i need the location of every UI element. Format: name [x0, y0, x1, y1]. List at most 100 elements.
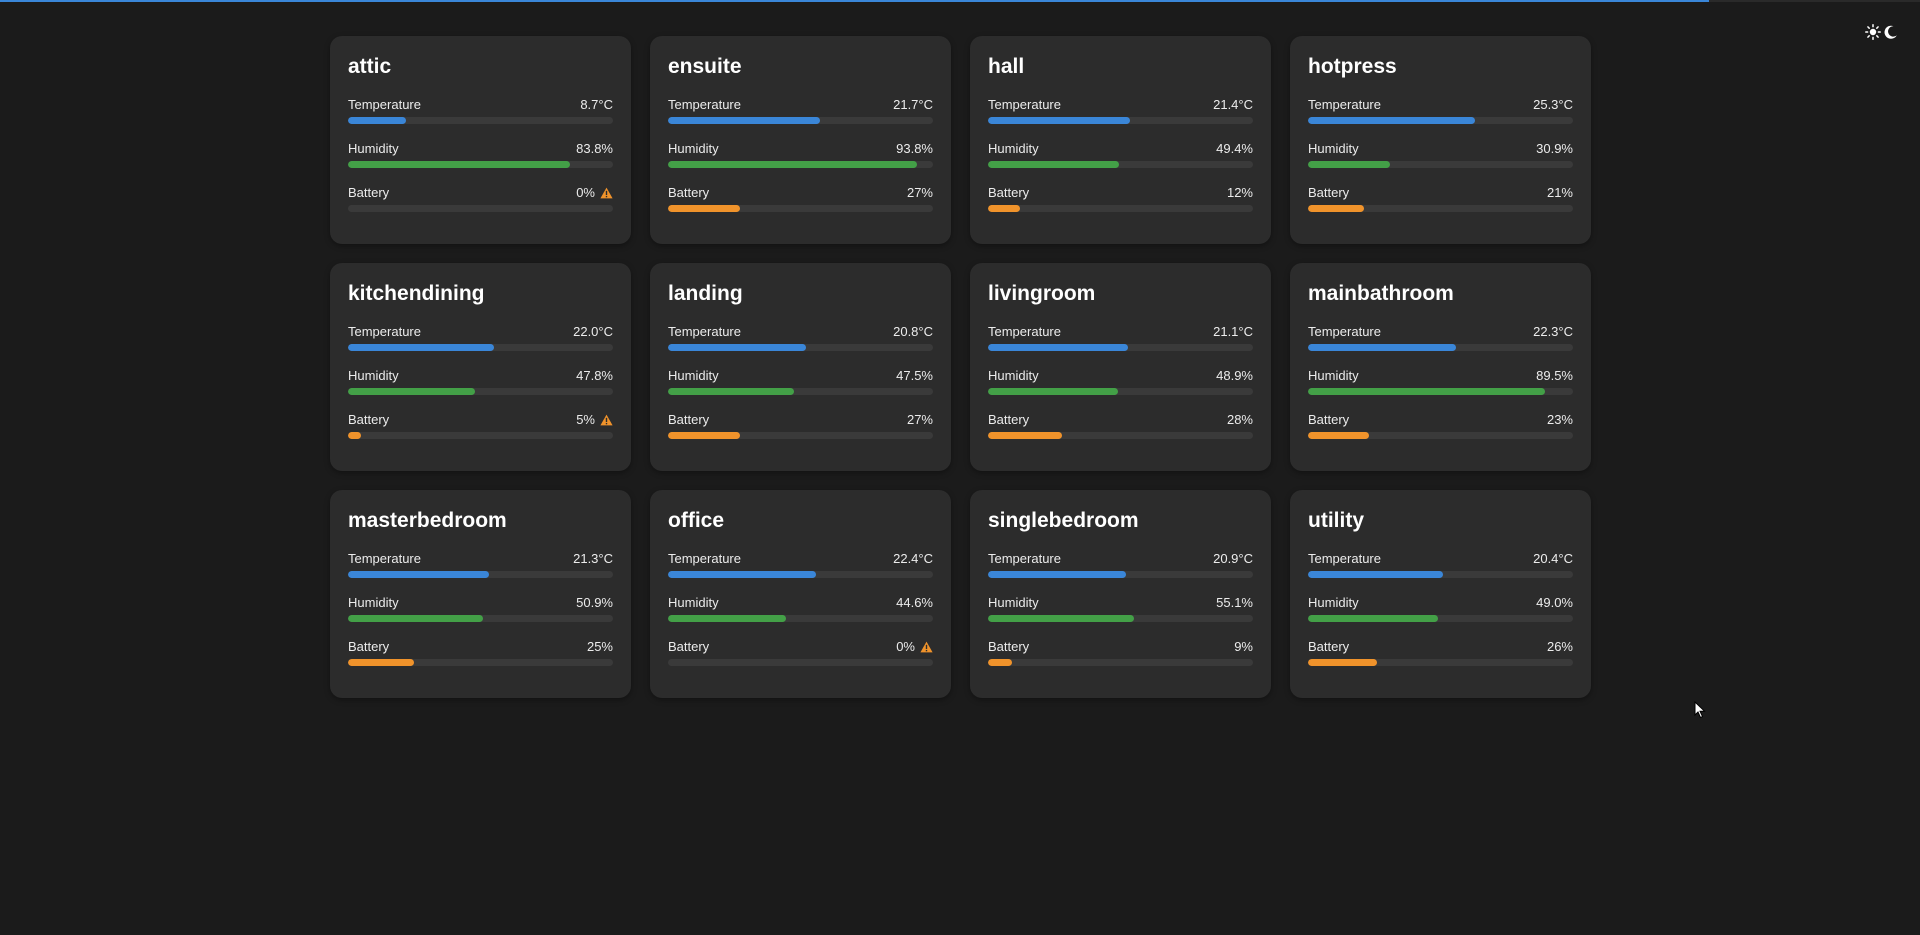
humidity-metric: Humidity 44.6% — [668, 595, 933, 622]
battery-bar — [1308, 659, 1573, 666]
battery-label: Battery — [668, 639, 710, 654]
battery-value: 28% — [1226, 412, 1253, 427]
battery-bar — [1308, 205, 1573, 212]
temperature-metric: Temperature 20.8°C — [668, 324, 933, 351]
humidity-bar — [1308, 615, 1573, 622]
warning-icon — [600, 414, 613, 426]
humidity-label: Humidity — [1308, 595, 1359, 610]
humidity-metric: Humidity 83.8% — [348, 141, 613, 168]
humidity-value: 50.9% — [576, 595, 613, 610]
battery-bar-fill — [988, 659, 1012, 666]
moon-icon — [1883, 25, 1898, 40]
room-card-singlebedroom[interactable]: singlebedroom Temperature 20.9°C Humidity 55… — [970, 490, 1271, 698]
humidity-label: Humidity — [348, 595, 399, 610]
temperature-metric: Temperature 22.0°C — [348, 324, 613, 351]
humidity-bar — [988, 161, 1253, 168]
temperature-label: Temperature — [668, 551, 741, 566]
battery-metric: Battery 12% — [988, 185, 1253, 212]
room-title: office — [668, 509, 725, 532]
battery-bar — [348, 205, 613, 212]
sun-icon — [1865, 24, 1881, 40]
battery-label: Battery — [988, 412, 1030, 427]
room-card-livingroom[interactable]: livingroom Temperature 21.1°C Humidity 48.9%… — [970, 263, 1271, 471]
battery-bar — [668, 659, 933, 666]
humidity-bar-fill — [668, 615, 787, 622]
temperature-label: Temperature — [348, 324, 421, 339]
battery-value: 5% — [576, 412, 595, 427]
room-title: landing — [668, 282, 743, 305]
room-card-masterbedroom[interactable]: masterbedroom Temperature 21.3°C Humidity 50… — [330, 490, 631, 698]
battery-value: 0% — [576, 185, 595, 200]
temperature-value: 8.7°C — [580, 97, 613, 112]
humidity-bar-fill — [988, 615, 1134, 622]
battery-value: 9% — [1234, 639, 1253, 654]
humidity-metric: Humidity 50.9% — [348, 595, 613, 622]
humidity-bar-fill — [348, 615, 483, 622]
battery-metric: Battery 26% — [1308, 639, 1573, 666]
humidity-value: 49.0% — [1536, 595, 1573, 610]
temperature-bar — [1308, 571, 1573, 578]
humidity-label: Humidity — [668, 368, 719, 383]
temperature-value: 20.4°C — [1533, 551, 1573, 566]
humidity-bar — [1308, 388, 1573, 395]
battery-label: Battery — [988, 185, 1030, 200]
humidity-label: Humidity — [988, 141, 1039, 156]
temperature-bar-fill — [668, 344, 806, 351]
room-card-ensuite[interactable]: ensuite Temperature 21.7°C Humidity 93.8% Bat… — [650, 36, 951, 244]
room-card-utility[interactable]: utility Temperature 20.4°C Humidity 49.0% Bat… — [1290, 490, 1591, 698]
temperature-value: 21.7°C — [893, 97, 933, 112]
warning-icon — [600, 187, 613, 199]
humidity-bar — [668, 161, 933, 168]
battery-bar-fill — [668, 432, 740, 439]
temperature-label: Temperature — [1308, 97, 1381, 112]
battery-metric: Battery 0% — [668, 639, 933, 666]
temperature-bar — [668, 117, 933, 124]
theme-toggle[interactable] — [1865, 24, 1898, 40]
room-card-hall[interactable]: hall Temperature 21.4°C Humidity 49.4% Batter… — [970, 36, 1271, 244]
humidity-label: Humidity — [988, 595, 1039, 610]
temperature-label: Temperature — [348, 97, 421, 112]
battery-bar — [1308, 432, 1573, 439]
humidity-bar-fill — [348, 161, 571, 168]
temperature-label: Temperature — [1308, 551, 1381, 566]
battery-label: Battery — [668, 412, 710, 427]
humidity-metric: Humidity 47.5% — [668, 368, 933, 395]
battery-bar — [348, 659, 613, 666]
humidity-bar — [1308, 161, 1573, 168]
battery-bar — [348, 432, 613, 439]
battery-metric: Battery 27% — [668, 185, 933, 212]
temperature-label: Temperature — [1308, 324, 1381, 339]
top-progress-fill — [0, 0, 1709, 2]
battery-bar — [988, 659, 1253, 666]
battery-bar — [668, 205, 933, 212]
battery-value: 25% — [586, 639, 613, 654]
temperature-bar — [988, 117, 1253, 124]
temperature-bar-fill — [988, 344, 1128, 351]
battery-label: Battery — [988, 639, 1030, 654]
battery-bar-fill — [1308, 205, 1364, 212]
temperature-value: 22.0°C — [573, 324, 613, 339]
temperature-bar — [348, 571, 613, 578]
room-card-mainbathroom[interactable]: mainbathroom Temperature 22.3°C Humidity 89.… — [1290, 263, 1591, 471]
temperature-bar — [348, 117, 613, 124]
temperature-value: 20.8°C — [893, 324, 933, 339]
room-title: masterbedroom — [348, 509, 507, 532]
room-card-attic[interactable]: attic Temperature 8.7°C Humidity 83.8% Batter… — [330, 36, 631, 244]
temperature-metric: Temperature 20.9°C — [988, 551, 1253, 578]
battery-metric: Battery 25% — [348, 639, 613, 666]
temperature-bar-fill — [988, 571, 1127, 578]
battery-value: 26% — [1546, 639, 1573, 654]
room-card-office[interactable]: office Temperature 22.4°C Humidity 44.6% Batt… — [650, 490, 951, 698]
room-title: ensuite — [668, 55, 742, 78]
temperature-value: 25.3°C — [1533, 97, 1573, 112]
humidity-bar — [668, 388, 933, 395]
battery-metric: Battery 5% — [348, 412, 613, 439]
humidity-label: Humidity — [348, 368, 399, 383]
room-card-kitchendining[interactable]: kitchendining Temperature 22.0°C Humidity 47… — [330, 263, 631, 471]
humidity-bar-fill — [1308, 161, 1390, 168]
humidity-label: Humidity — [1308, 141, 1359, 156]
room-card-landing[interactable]: landing Temperature 20.8°C Humidity 47.5% Bat… — [650, 263, 951, 471]
temperature-metric: Temperature 21.3°C — [348, 551, 613, 578]
temperature-bar-fill — [348, 571, 489, 578]
room-card-hotpress[interactable]: hotpress Temperature 25.3°C Humidity 30.9% Ba… — [1290, 36, 1591, 244]
